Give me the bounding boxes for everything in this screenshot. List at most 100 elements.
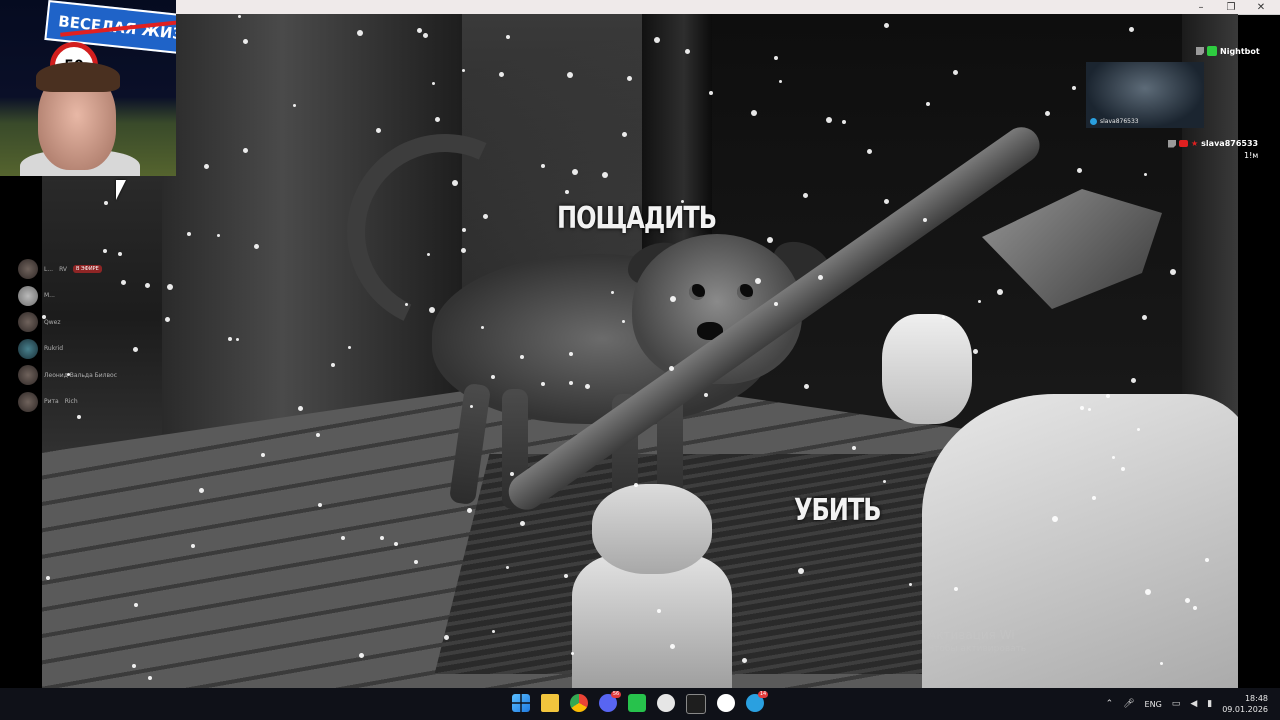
avatar (18, 338, 38, 359)
chrome-icon[interactable] (570, 694, 588, 712)
snowflake (1077, 168, 1082, 173)
voice-channel-overlay: L... RV В ЭФИРЕ M... Qwez Rukrid Леонид … (18, 256, 158, 415)
snowflake (331, 363, 335, 367)
taskbar-apps: 56 14 (512, 691, 768, 714)
terminal-icon[interactable] (686, 694, 706, 714)
snowflake (826, 117, 832, 123)
voice-member: Рита Rich (18, 389, 158, 416)
voice-member-name: L... (44, 265, 54, 273)
snowflake (359, 653, 364, 658)
chat-app-icon[interactable] (628, 694, 646, 712)
maximize-button[interactable]: ❐ (1216, 0, 1246, 14)
preview-user: slava876533 (1090, 118, 1139, 125)
windows-start-icon[interactable] (512, 694, 530, 712)
snowflake (187, 232, 191, 236)
mouse-cursor-icon (116, 180, 132, 200)
snowflake (779, 80, 782, 83)
snowflake (429, 307, 435, 313)
voice-member-extra: Rich (64, 398, 78, 406)
snowflake (751, 110, 757, 116)
snowflake (316, 433, 320, 437)
nightbot-icon (1207, 46, 1217, 56)
telegram-icon[interactable]: 14 (746, 691, 768, 712)
snowflake (1185, 598, 1190, 603)
snowflake (427, 253, 430, 256)
snowflake (572, 169, 578, 175)
snowflake (46, 576, 50, 580)
snowflake (585, 384, 590, 389)
stream-preview: slava876533 (1086, 62, 1204, 128)
dog-eye (737, 284, 753, 300)
snowflake (254, 244, 259, 249)
snowflake (767, 237, 773, 243)
snowflake (510, 472, 514, 476)
snowflake (1112, 456, 1115, 459)
language-indicator[interactable]: ENG (1145, 700, 1162, 709)
snowflake (435, 117, 440, 122)
notification-badge: 14 (758, 691, 768, 698)
snowflake (376, 128, 381, 133)
snowflake (884, 199, 889, 204)
snowflake (909, 583, 912, 586)
windows-activation-title: Активация Wi (928, 628, 1015, 642)
snowflake (1052, 516, 1058, 522)
voice-member: Rukrid (18, 336, 158, 363)
clock[interactable]: 18:48 09.01.2026 (1222, 693, 1268, 715)
snowflake (567, 72, 573, 78)
bot-name: Nightbot (1220, 46, 1260, 56)
star-icon: ★ (1191, 139, 1199, 148)
snowflake (953, 70, 958, 75)
snowflake (923, 218, 927, 222)
snowflake (565, 190, 569, 194)
snowflake (217, 234, 220, 237)
snowflake (191, 544, 195, 548)
snowflake (1145, 589, 1151, 595)
snowflake (462, 228, 466, 232)
chevron-up-icon[interactable]: ⌃ (1106, 699, 1114, 709)
minimize-button[interactable]: – (1186, 0, 1216, 14)
volume-icon[interactable]: ◀︎ (1190, 699, 1197, 709)
snowflake (293, 104, 296, 107)
snowflake (884, 23, 889, 28)
game-viewport[interactable]: ПОЩАДИТЬ УБИТЬ Активация Wi Чтобы активи… (42, 14, 1238, 688)
snowflake (704, 393, 708, 397)
snowflake (657, 609, 661, 613)
snowflake (654, 37, 660, 43)
dog-eye (689, 284, 705, 300)
battery-icon[interactable]: ▮ (1207, 699, 1212, 709)
voice-member: L... RV В ЭФИРЕ (18, 256, 158, 283)
snowflake (236, 338, 239, 341)
telegram-icon (1090, 118, 1097, 125)
snowflake (423, 33, 428, 38)
notification-badge: 56 (611, 691, 621, 698)
discord-icon[interactable]: 56 (599, 691, 621, 712)
snowflake (414, 560, 418, 564)
snowflake (611, 291, 614, 294)
file-explorer-icon[interactable] (541, 694, 559, 712)
snowflake (432, 82, 435, 85)
snowflake (520, 521, 525, 526)
snowflake (1142, 315, 1147, 320)
snowflake (238, 15, 241, 18)
github-icon[interactable] (657, 694, 675, 712)
snowflake (670, 644, 675, 649)
snowflake (798, 568, 804, 574)
close-button[interactable]: ✕ (1246, 0, 1276, 14)
snowflake (541, 382, 545, 386)
clock-date: 09.01.2026 (1222, 705, 1268, 714)
snowflake (1205, 558, 1209, 562)
spare-choice[interactable]: ПОЩАДИТЬ (557, 201, 717, 236)
microphone-icon[interactable]: 🎤︎ (1123, 699, 1134, 709)
snowflake (520, 355, 524, 359)
obs-icon[interactable] (717, 694, 735, 712)
snowflake (444, 635, 449, 640)
voice-member: Леонид Вальда Билвос (18, 362, 158, 389)
snowflake (1170, 269, 1176, 275)
network-icon[interactable]: ▭ (1172, 699, 1181, 709)
snowflake (842, 120, 846, 124)
snowflake (803, 193, 808, 198)
taskbar: 56 14 ⌃ 🎤︎ ENG ▭ ◀︎ ▮ 18:48 09.01.2026 (0, 688, 1280, 720)
kill-choice[interactable]: УБИТЬ (794, 493, 882, 528)
snowflake (452, 180, 458, 186)
snowflake (1131, 378, 1136, 383)
